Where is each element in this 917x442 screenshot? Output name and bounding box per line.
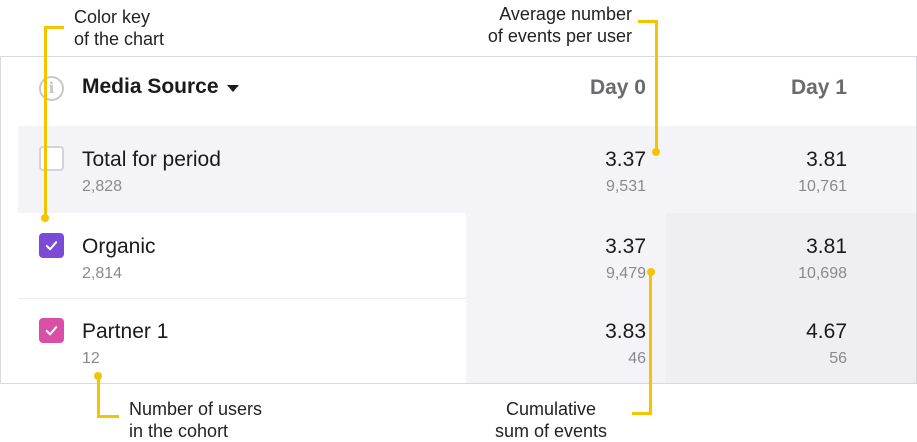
annotation-num-users: Number of users in the cohort [129, 398, 262, 442]
sum-events-day-0: 9,479 [605, 265, 646, 282]
column-header-day-0[interactable]: Day 0 [526, 76, 646, 100]
annotation-line: of the chart [74, 29, 165, 49]
avg-events-day-1: 3.81 [806, 148, 847, 171]
annotation-color-key: Color key of the chart [74, 6, 164, 50]
callout-line [632, 412, 652, 415]
row-name: Organic [82, 235, 156, 258]
callout-line [97, 376, 100, 418]
table-row-partner-1[interactable]: Partner 1 12 3.83 46 4.67 56 [1, 299, 916, 383]
annotation-line: Average number [499, 4, 632, 24]
checkbox-organic[interactable] [39, 233, 64, 258]
cohort-table: i Media Source Day 0 Day 1 Total for per… [0, 56, 917, 384]
table-row-organic[interactable]: Organic 2,814 3.37 9,479 3.81 10,698 [1, 213, 916, 298]
sum-events-day-1: 10,698 [798, 265, 847, 282]
avg-events-day-0: 3.37 [605, 148, 646, 171]
annotation-line: Cumulative [505, 399, 597, 419]
callout-line [44, 26, 47, 218]
sum-events-day-1: 10,761 [798, 178, 847, 195]
media-source-dropdown[interactable]: Media Source [82, 75, 239, 99]
sum-events-day-0: 46 [628, 350, 646, 367]
caret-down-icon [226, 84, 239, 92]
annotation-line: Number of users [129, 399, 263, 419]
annotation-cumulative: Cumulative sum of events [480, 398, 622, 442]
checkbox-partner-1[interactable] [39, 318, 64, 343]
callout-line [97, 415, 119, 418]
row-user-count: 2,814 [82, 265, 123, 282]
annotation-line: of events per user [487, 26, 632, 46]
callout-line [655, 20, 658, 152]
sum-events-day-1: 56 [829, 350, 847, 367]
avg-events-day-0: 3.83 [605, 320, 646, 343]
check-icon [45, 326, 58, 336]
row-user-count: 12 [82, 350, 100, 367]
check-icon [45, 241, 58, 251]
row-user-count: 2,828 [82, 178, 123, 195]
media-source-label: Media Source [82, 75, 219, 98]
callout-dot [41, 214, 49, 222]
avg-events-day-0: 3.37 [605, 235, 646, 258]
row-name: Partner 1 [82, 320, 169, 343]
avg-events-day-1: 3.81 [806, 235, 847, 258]
column-header-day-1[interactable]: Day 1 [727, 76, 847, 100]
annotation-line: in the cohort [129, 421, 229, 441]
sum-events-day-0: 9,531 [605, 178, 646, 195]
annotation-avg-events: Average number of events per user [466, 3, 632, 47]
table-row-total[interactable]: Total for period 2,828 3.37 9,531 3.81 1… [1, 126, 916, 213]
callout-line [649, 272, 652, 415]
info-icon[interactable]: i [39, 76, 64, 101]
row-name: Total for period [82, 148, 221, 171]
annotation-line: Color key [74, 7, 151, 27]
checkbox-total[interactable] [39, 146, 64, 171]
annotation-line: sum of events [494, 421, 608, 441]
callout-line [44, 26, 64, 29]
avg-events-day-1: 4.67 [806, 320, 847, 343]
table-header: i Media Source Day 0 Day 1 [1, 57, 916, 125]
callout-dot [652, 148, 660, 156]
